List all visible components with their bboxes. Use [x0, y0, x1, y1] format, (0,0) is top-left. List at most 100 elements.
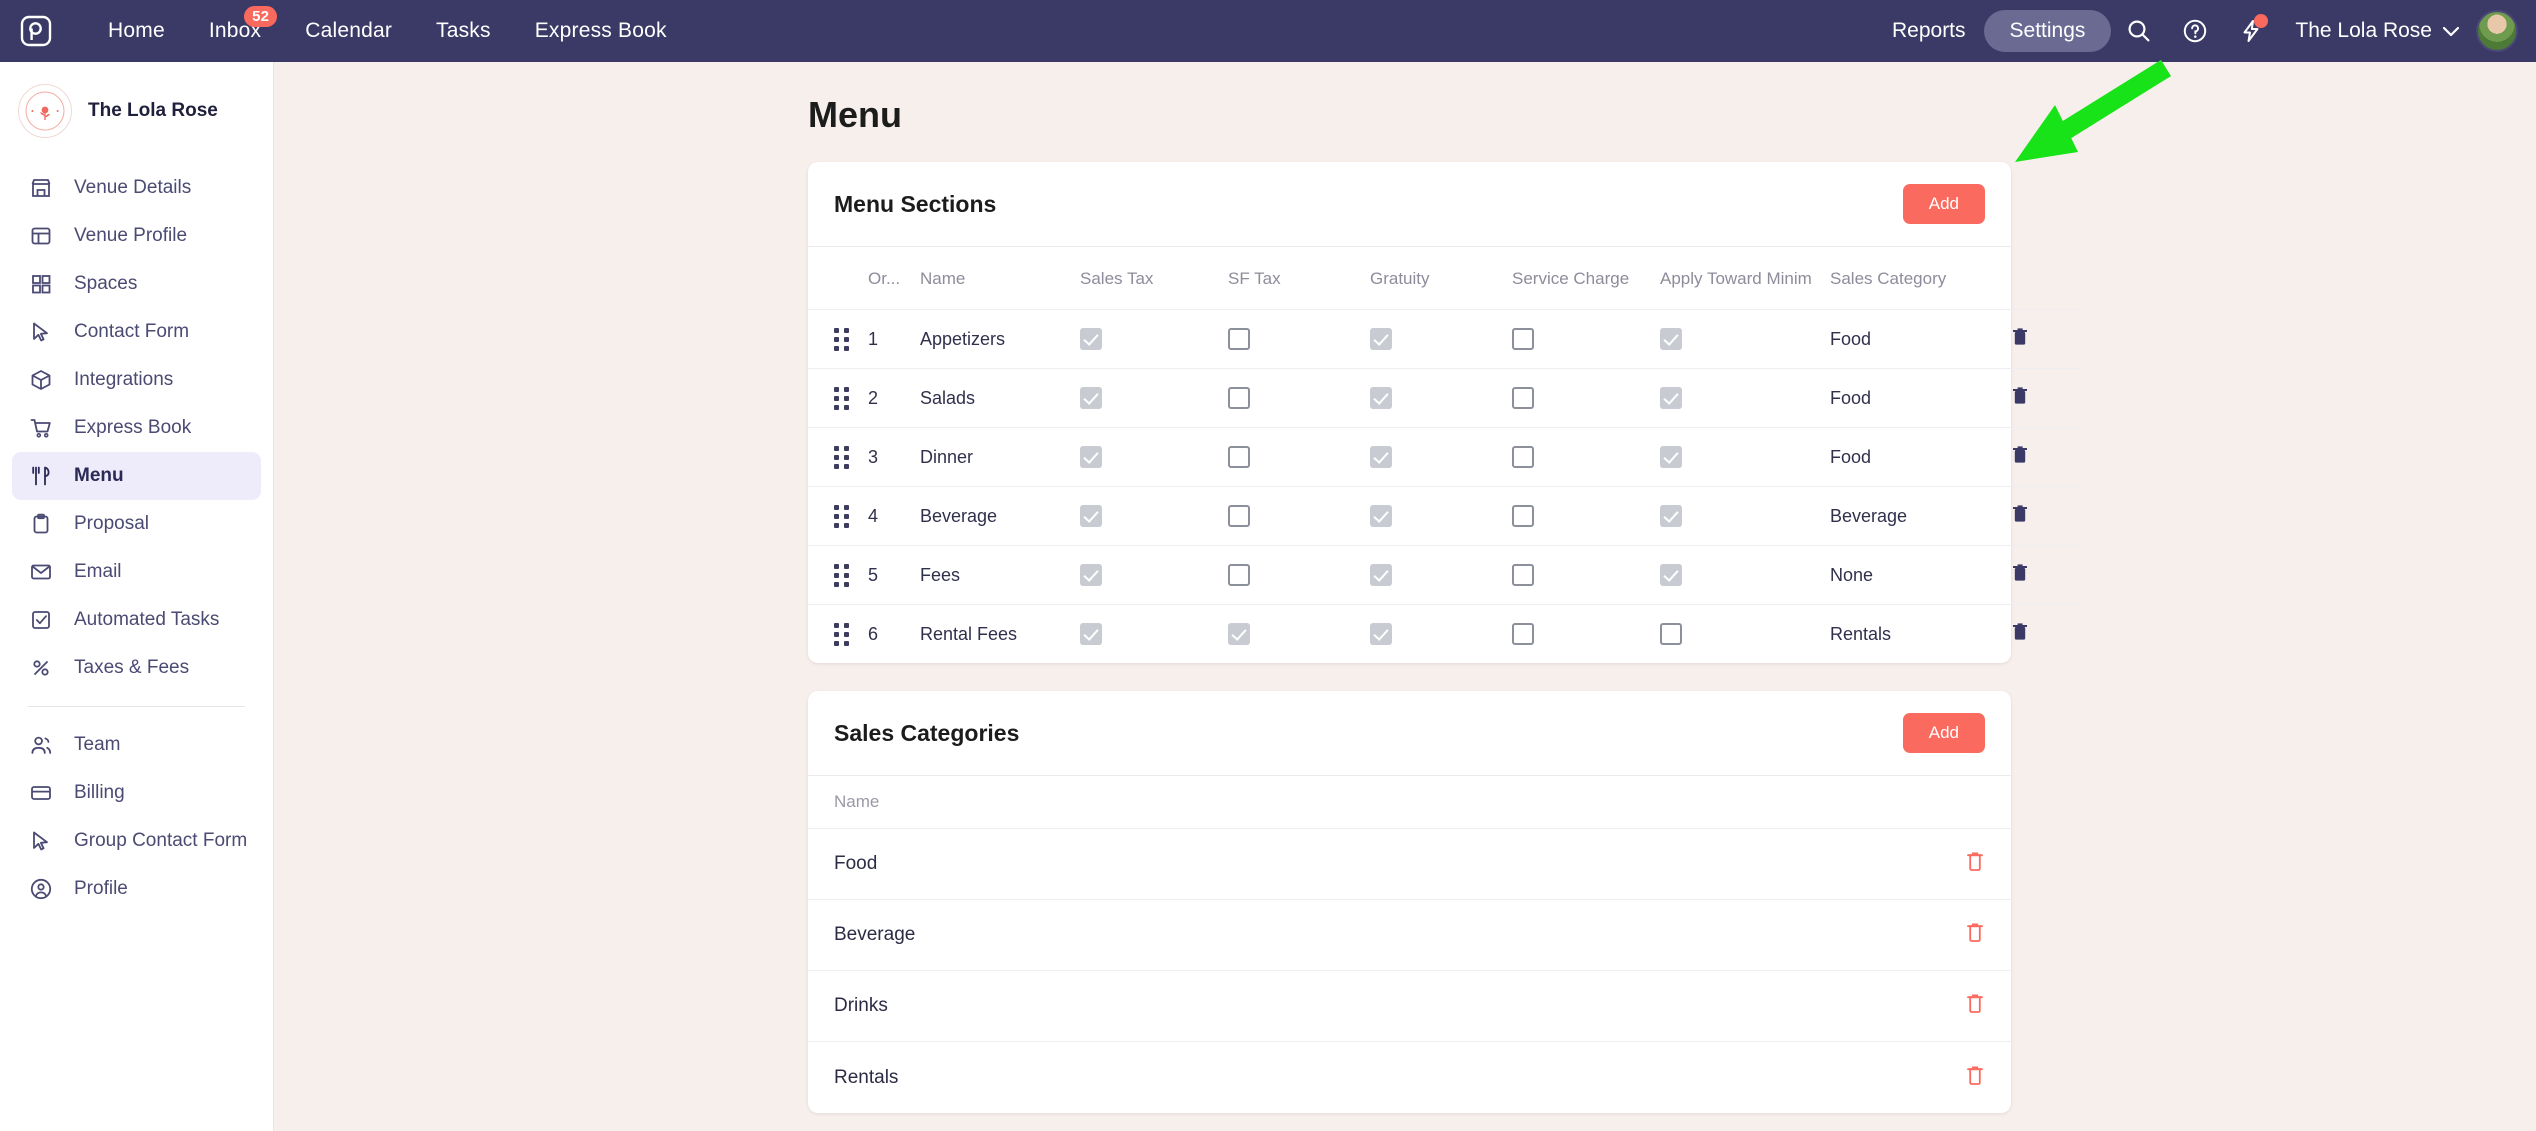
sales-categories-header: Sales Categories Add	[808, 691, 2011, 776]
sidebar-item-venue-details[interactable]: Venue Details	[12, 164, 261, 212]
sidebar-item-contact-form[interactable]: Contact Form	[12, 308, 261, 356]
row-delete-button[interactable]	[2010, 545, 2080, 605]
row-service-charge-checkbox[interactable]	[1512, 545, 1660, 605]
lightning-bolt-icon[interactable]	[2223, 9, 2279, 53]
question-circle-icon[interactable]	[2167, 9, 2223, 53]
storefront-icon	[28, 175, 54, 201]
sidebar-item-proposal[interactable]: Proposal	[12, 500, 261, 548]
row-delete-button[interactable]	[2010, 368, 2080, 428]
sidebar-item-venue-profile-label: Venue Profile	[74, 225, 188, 246]
row-sales-tax-checkbox[interactable]	[1080, 486, 1228, 546]
nav-link-inbox[interactable]: Inbox 52	[187, 6, 283, 43]
row-sales-tax-checkbox[interactable]	[1080, 427, 1228, 487]
nav-link-tasks[interactable]: Tasks	[414, 19, 513, 43]
row-apply-toward-minimum-checkbox[interactable]	[1660, 309, 1830, 369]
table-row[interactable]: 6 Rental Fees Rentals	[808, 604, 2080, 663]
nav-link-settings-label: Settings	[2009, 19, 2086, 42]
row-sf-tax-checkbox[interactable]	[1228, 368, 1370, 428]
table-row[interactable]: 3 Dinner Food	[808, 427, 2080, 487]
row-sales-tax-checkbox[interactable]	[1080, 309, 1228, 369]
row-name: Rental Fees	[920, 604, 1080, 663]
sidebar-item-automated-tasks[interactable]: Automated Tasks	[12, 596, 261, 644]
venue-switcher[interactable]: The Lola Rose	[2279, 19, 2476, 43]
row-delete-button[interactable]	[2010, 486, 2080, 546]
perfectvenue-logo-icon[interactable]	[16, 11, 56, 51]
row-sf-tax-checkbox[interactable]	[1228, 486, 1370, 546]
nav-link-reports[interactable]: Reports	[1874, 19, 1984, 43]
row-gratuity-checkbox[interactable]	[1370, 309, 1512, 369]
table-row[interactable]: 4 Beverage Beverage	[808, 486, 2080, 546]
row-name: Beverage	[920, 486, 1080, 546]
nav-link-express-book-label: Express Book	[534, 19, 667, 42]
drag-handle-icon[interactable]	[808, 368, 868, 428]
row-sf-tax-checkbox[interactable]	[1228, 427, 1370, 487]
nav-link-express-book[interactable]: Express Book	[513, 19, 689, 43]
row-delete-button[interactable]	[2010, 309, 2080, 369]
row-apply-toward-minimum-checkbox[interactable]	[1660, 427, 1830, 487]
sidebar-item-spaces[interactable]: Spaces	[12, 260, 261, 308]
sidebar-item-email[interactable]: Email	[12, 548, 261, 596]
menu-sections-add-button[interactable]: Add	[1902, 184, 1985, 224]
menu-sections-table: Or... Name Sales Tax SF Tax Gratuity Ser…	[808, 247, 2080, 663]
row-apply-toward-minimum-checkbox[interactable]	[1660, 368, 1830, 428]
search-icon[interactable]	[2111, 9, 2167, 53]
sidebar-item-group-contact-form[interactable]: Group Contact Form	[12, 817, 261, 865]
nav-link-settings[interactable]: Settings	[1983, 10, 2112, 52]
drag-handle-icon[interactable]	[808, 427, 868, 487]
row-gratuity-checkbox[interactable]	[1370, 604, 1512, 663]
row-sf-tax-checkbox[interactable]	[1228, 309, 1370, 369]
row-sales-tax-checkbox[interactable]	[1080, 604, 1228, 663]
row-gratuity-checkbox[interactable]	[1370, 427, 1512, 487]
row-service-charge-checkbox[interactable]	[1512, 309, 1660, 369]
sales-categories-add-button[interactable]: Add	[1902, 713, 1985, 753]
user-avatar[interactable]	[2476, 10, 2518, 52]
table-row[interactable]: 2 Salads Food	[808, 368, 2080, 428]
row-gratuity-checkbox[interactable]	[1370, 368, 1512, 428]
drag-handle-icon[interactable]	[808, 545, 868, 605]
row-apply-toward-minimum-checkbox[interactable]	[1660, 604, 1830, 663]
list-item[interactable]: Food	[808, 829, 2011, 900]
row-service-charge-checkbox[interactable]	[1512, 604, 1660, 663]
sales-category-delete-button[interactable]	[1965, 850, 1985, 878]
row-service-charge-checkbox[interactable]	[1512, 368, 1660, 428]
nav-link-calendar[interactable]: Calendar	[283, 19, 414, 43]
list-item[interactable]: Beverage	[808, 900, 2011, 971]
sidebar-item-integrations[interactable]: Integrations	[12, 356, 261, 404]
row-service-charge-checkbox[interactable]	[1512, 486, 1660, 546]
nav-link-home[interactable]: Home	[86, 19, 187, 43]
sales-category-name: Rentals	[834, 1066, 899, 1088]
sidebar-item-express-book[interactable]: Express Book	[12, 404, 261, 452]
sidebar-item-taxes-fees[interactable]: Taxes & Fees	[12, 644, 261, 692]
users-icon	[28, 732, 54, 758]
sidebar-item-spaces-label: Spaces	[74, 273, 138, 294]
col-gratuity: Gratuity	[1370, 269, 1430, 288]
row-delete-button[interactable]	[2010, 604, 2080, 663]
row-sf-tax-checkbox[interactable]	[1228, 545, 1370, 605]
drag-handle-icon[interactable]	[808, 486, 868, 546]
sidebar-item-menu[interactable]: Menu	[12, 452, 261, 500]
sidebar-item-team[interactable]: Team	[12, 721, 261, 769]
sales-category-delete-button[interactable]	[1965, 1064, 1985, 1092]
row-service-charge-checkbox[interactable]	[1512, 427, 1660, 487]
sales-category-delete-button[interactable]	[1965, 992, 1985, 1020]
sidebar-item-billing[interactable]: Billing	[12, 769, 261, 817]
table-row[interactable]: 1 Appetizers Food	[808, 309, 2080, 369]
sales-category-delete-button[interactable]	[1965, 921, 1985, 949]
row-delete-button[interactable]	[2010, 427, 2080, 487]
row-gratuity-checkbox[interactable]	[1370, 545, 1512, 605]
list-item[interactable]: Rentals	[808, 1042, 2011, 1113]
sidebar-item-venue-profile[interactable]: Venue Profile	[12, 212, 261, 260]
row-apply-toward-minimum-checkbox[interactable]	[1660, 486, 1830, 546]
drag-handle-icon[interactable]	[808, 604, 868, 663]
row-sales-tax-checkbox[interactable]	[1080, 368, 1228, 428]
drag-handle-icon[interactable]	[808, 309, 868, 369]
row-sf-tax-checkbox[interactable]	[1228, 604, 1370, 663]
row-gratuity-checkbox[interactable]	[1370, 486, 1512, 546]
row-apply-toward-minimum-checkbox[interactable]	[1660, 545, 1830, 605]
col-order: Or...	[868, 269, 901, 288]
list-item[interactable]: Drinks	[808, 971, 2011, 1042]
row-sales-tax-checkbox[interactable]	[1080, 545, 1228, 605]
top-nav-right-group: Reports Settings The Lola Rose	[1874, 9, 2536, 53]
table-row[interactable]: 5 Fees None	[808, 545, 2080, 605]
sidebar-item-profile[interactable]: Profile	[12, 865, 261, 913]
